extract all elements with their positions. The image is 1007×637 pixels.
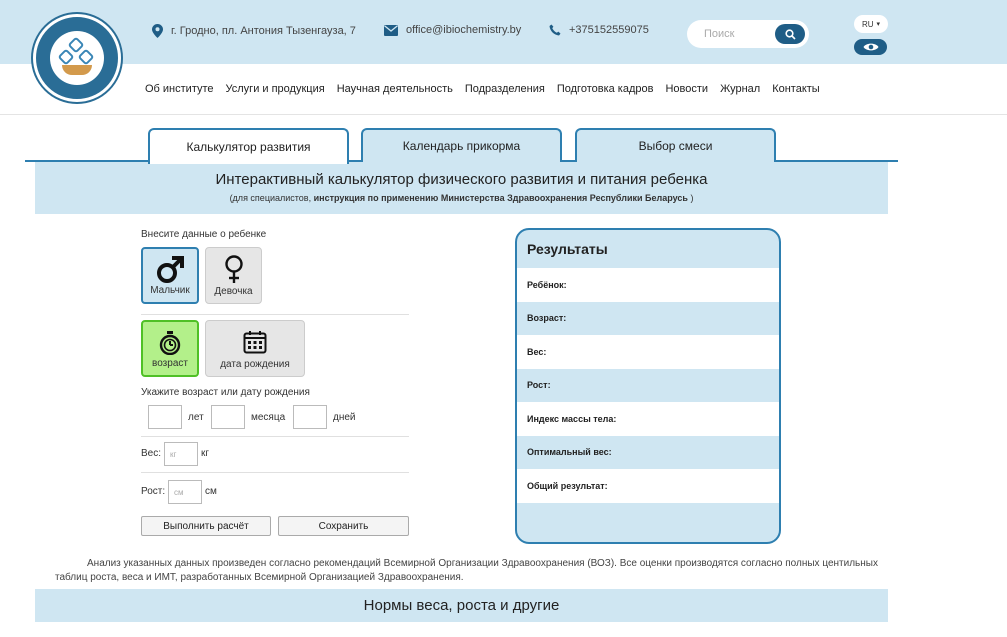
logo-hex-icon	[57, 48, 75, 66]
location-pin-icon	[152, 24, 163, 38]
nav-item-departments[interactable]: Подразделения	[465, 83, 545, 95]
gender-girl-button[interactable]: Девочка	[205, 247, 262, 304]
months-label: месяца	[251, 412, 286, 423]
nav-item-about[interactable]: Об институте	[145, 83, 214, 95]
mode-age-button[interactable]: возраст	[141, 320, 199, 377]
phone-link[interactable]: +375152559075	[569, 24, 649, 36]
result-row-weight: Вес:	[517, 335, 779, 369]
months-input[interactable]	[211, 405, 245, 429]
result-row-height: Рост:	[527, 380, 551, 391]
nav-item-journal[interactable]: Журнал	[720, 83, 760, 95]
calculate-button[interactable]: Выполнить расчёт	[141, 516, 271, 536]
result-row-child: Ребёнок:	[517, 268, 779, 302]
email-info[interactable]: office@ibiochemistry.by	[384, 24, 521, 36]
gender-girl-label: Девочка	[214, 286, 253, 297]
language-selector[interactable]: RU ▾	[854, 15, 888, 33]
section-divider	[141, 472, 409, 473]
mode-birthdate-button[interactable]: дата рождения	[205, 320, 305, 377]
female-icon	[206, 254, 261, 284]
days-input[interactable]	[293, 405, 327, 429]
address-text: г. Гродно, пл. Антония Тызенгауза, 7	[171, 25, 356, 37]
nav-item-training[interactable]: Подготовка кадров	[557, 83, 654, 95]
days-label: дней	[333, 412, 356, 423]
nav-item-services[interactable]: Услуги и продукция	[226, 83, 325, 95]
norms-section-title[interactable]: Нормы веса, роста и другие	[35, 589, 888, 622]
accessibility-toggle[interactable]	[854, 39, 887, 55]
tab-development-calculator[interactable]: Калькулятор развития	[148, 128, 349, 164]
address-info: г. Гродно, пл. Антония Тызенгауза, 7	[152, 24, 356, 38]
height-input[interactable]: см	[168, 480, 202, 504]
mode-birthdate-label: дата рождения	[220, 359, 290, 370]
who-note: Анализ указанных данных произведен согла…	[55, 558, 878, 583]
eye-icon	[863, 43, 878, 51]
section-divider	[141, 314, 409, 315]
subtitle-suffix: )	[687, 193, 694, 203]
mode-age-label: возраст	[152, 358, 188, 369]
result-row-optimal-weight: Оптимальный вес:	[527, 447, 612, 458]
nav-item-research[interactable]: Научная деятельность	[337, 83, 453, 95]
nav-divider	[0, 114, 1007, 115]
page-title: Интерактивный калькулятор физического ра…	[215, 171, 708, 188]
weight-input[interactable]: кг	[164, 442, 198, 466]
nav-item-contacts[interactable]: Контакты	[772, 83, 820, 95]
logo-hex-icon	[77, 48, 95, 66]
main-nav: Об институте Услуги и продукция Научная …	[145, 83, 820, 95]
height-placeholder: см	[174, 487, 184, 497]
envelope-icon	[384, 24, 398, 36]
phone-icon	[549, 24, 561, 36]
result-row-overall: Общий результат:	[517, 469, 779, 503]
phone-info[interactable]: +375152559075	[549, 24, 649, 36]
language-label: RU	[861, 19, 874, 29]
result-row-age: Возраст:	[527, 313, 567, 324]
save-button[interactable]: Сохранить	[278, 516, 409, 536]
results-panel: Результаты Ребёнок: Возраст: Вес: Рост: …	[515, 228, 781, 544]
height-label: Рост:	[141, 486, 166, 497]
chevron-down-icon: ▾	[876, 21, 881, 28]
age-hint-label: Укажите возраст или дату рождения	[141, 387, 310, 398]
calculator-banner: Интерактивный калькулятор физического ра…	[35, 162, 888, 214]
years-input[interactable]	[148, 405, 182, 429]
search-icon	[784, 28, 796, 40]
gender-boy-button[interactable]: Мальчик	[141, 247, 199, 304]
stopwatch-icon	[143, 331, 197, 355]
weight-placeholder: кг	[170, 449, 177, 459]
years-label: лет	[188, 412, 204, 423]
logo-hands-icon	[62, 65, 92, 75]
section-divider	[141, 436, 409, 437]
result-row-bmi: Индекс массы тела:	[517, 402, 779, 436]
search-input[interactable]	[704, 28, 774, 40]
search-button[interactable]	[775, 24, 805, 44]
institute-logo[interactable]	[33, 14, 121, 102]
gender-boy-label: Мальчик	[150, 285, 190, 296]
weight-unit: кг	[201, 448, 210, 459]
logo-emblem	[50, 31, 104, 85]
search-box	[687, 20, 809, 48]
male-icon	[143, 255, 197, 285]
results-title: Результаты	[527, 241, 608, 257]
calendar-icon	[206, 330, 304, 354]
enter-data-label: Внесите данные о ребенке	[141, 229, 267, 240]
weight-label: Вес:	[141, 448, 162, 459]
nav-item-news[interactable]: Новости	[665, 83, 708, 95]
tab-formula-choice[interactable]: Выбор смеси	[575, 128, 776, 162]
height-unit: см	[205, 486, 217, 497]
page-subtitle: (для специалистов, инструкция по примене…	[35, 193, 888, 203]
instruction-link[interactable]: инструкция по применению Министерства Зд…	[314, 193, 688, 203]
subtitle-prefix: (для специалистов,	[229, 193, 314, 203]
tab-feeding-calendar[interactable]: Календарь прикорма	[361, 128, 562, 162]
email-link[interactable]: office@ibiochemistry.by	[406, 24, 521, 36]
